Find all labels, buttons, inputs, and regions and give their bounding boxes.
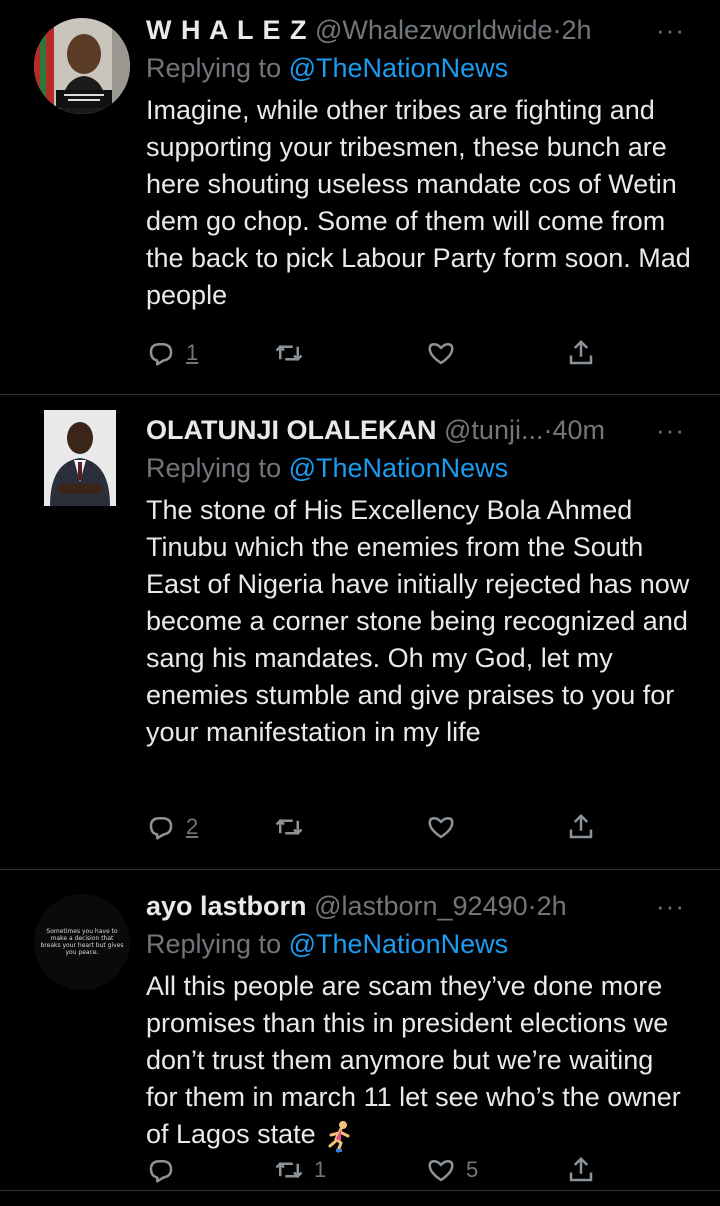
retweet-icon <box>275 344 303 362</box>
avatar[interactable] <box>44 410 116 506</box>
like-icon <box>428 1160 454 1182</box>
tweet-ayo-lastborn[interactable]: Sometimes you have to make a decision th… <box>0 886 720 1206</box>
retweet-button[interactable] <box>274 807 314 847</box>
tweet-whalez[interactable]: W H A L E Z @Whalezworldwide·2h ··· Repl… <box>0 10 720 394</box>
replying-to: Replying to @TheNationNews <box>146 48 508 88</box>
reply-icon <box>149 1160 173 1183</box>
action-bar: 1 <box>146 333 706 373</box>
reply-button[interactable]: 1 <box>146 333 198 373</box>
timestamp[interactable]: 2h <box>537 891 567 921</box>
more-icon[interactable]: ··· <box>656 886 685 926</box>
author-name[interactable]: W H A L E Z <box>146 15 308 45</box>
like-icon <box>428 817 454 839</box>
tweet-text: The stone of His Excellency Bola Ahmed T… <box>146 495 690 747</box>
tweet-header: ayo lastborn @lastborn_92490·2h <box>146 886 567 926</box>
divider <box>0 869 720 870</box>
retweet-button[interactable] <box>274 333 314 373</box>
like-button[interactable]: 5 <box>426 1150 478 1190</box>
reply-icon <box>149 817 173 840</box>
tweet-text: Imagine, while other tribes are fighting… <box>146 95 691 310</box>
replying-to: Replying to @TheNationNews <box>146 924 508 964</box>
replying-prefix: Replying to <box>146 453 282 483</box>
tweet-text: All this people are scam they’ve done mo… <box>146 968 686 1153</box>
bottom-divider <box>0 1190 720 1191</box>
reply-count: 2 <box>186 814 199 839</box>
reply-icon <box>149 343 173 366</box>
divider <box>0 394 720 395</box>
reply-button[interactable] <box>146 1150 186 1190</box>
author-handle[interactable]: @tunji... <box>444 415 543 445</box>
like-icon <box>428 343 454 365</box>
replying-to-link[interactable]: @TheNationNews <box>289 453 509 483</box>
reply-button[interactable]: 2 <box>146 807 198 847</box>
author-name[interactable]: ayo lastborn <box>146 891 307 921</box>
author-name[interactable]: OLATUNJI OLALEKAN <box>146 415 437 445</box>
replying-to-link[interactable]: @TheNationNews <box>289 929 509 959</box>
avatar[interactable]: Sometimes you have to make a decision th… <box>34 894 130 990</box>
like-count: 5 <box>466 1157 479 1182</box>
replying-to: Replying to @TheNationNews <box>146 448 508 488</box>
tweet-header: OLATUNJI OLALEKAN @tunji...·40m <box>146 410 605 450</box>
like-button[interactable] <box>426 333 466 373</box>
more-icon[interactable]: ··· <box>656 10 685 50</box>
action-bar: 1 5 <box>146 1150 706 1190</box>
share-icon <box>569 339 593 365</box>
retweet-icon <box>275 818 303 836</box>
avatar[interactable] <box>34 18 130 114</box>
action-bar: 2 <box>146 807 706 847</box>
tweet-olatunji[interactable]: OLATUNJI OLALEKAN @tunji...·40m ··· Repl… <box>0 410 720 868</box>
tweet-text-content: All this people are scam they’ve done mo… <box>146 971 681 1149</box>
avatar-quote-text: Sometimes you have to make a decision th… <box>40 928 124 956</box>
share-icon <box>569 813 593 839</box>
separator-dot: · <box>552 15 562 45</box>
share-icon <box>569 1156 593 1182</box>
retweet-button[interactable]: 1 <box>274 1150 326 1190</box>
runner-emoji-icon <box>328 1120 350 1153</box>
replying-prefix: Replying to <box>146 53 282 83</box>
share-button[interactable] <box>566 807 596 847</box>
more-icon[interactable]: ··· <box>656 410 685 450</box>
replying-prefix: Replying to <box>146 929 282 959</box>
author-handle[interactable]: @Whalezworldwide <box>315 15 553 45</box>
like-button[interactable] <box>426 807 466 847</box>
timestamp[interactable]: 2h <box>562 15 592 45</box>
share-button[interactable] <box>566 333 596 373</box>
author-handle[interactable]: @lastborn_92490 <box>314 891 528 921</box>
separator-dot: · <box>527 891 537 921</box>
replying-to-link[interactable]: @TheNationNews <box>289 53 509 83</box>
retweet-icon <box>275 1161 303 1179</box>
share-button[interactable] <box>566 1150 596 1190</box>
reply-count: 1 <box>186 340 199 365</box>
tweet-header: W H A L E Z @Whalezworldwide·2h <box>146 10 592 50</box>
retweet-count: 1 <box>314 1157 327 1182</box>
timestamp[interactable]: 40m <box>552 415 605 445</box>
